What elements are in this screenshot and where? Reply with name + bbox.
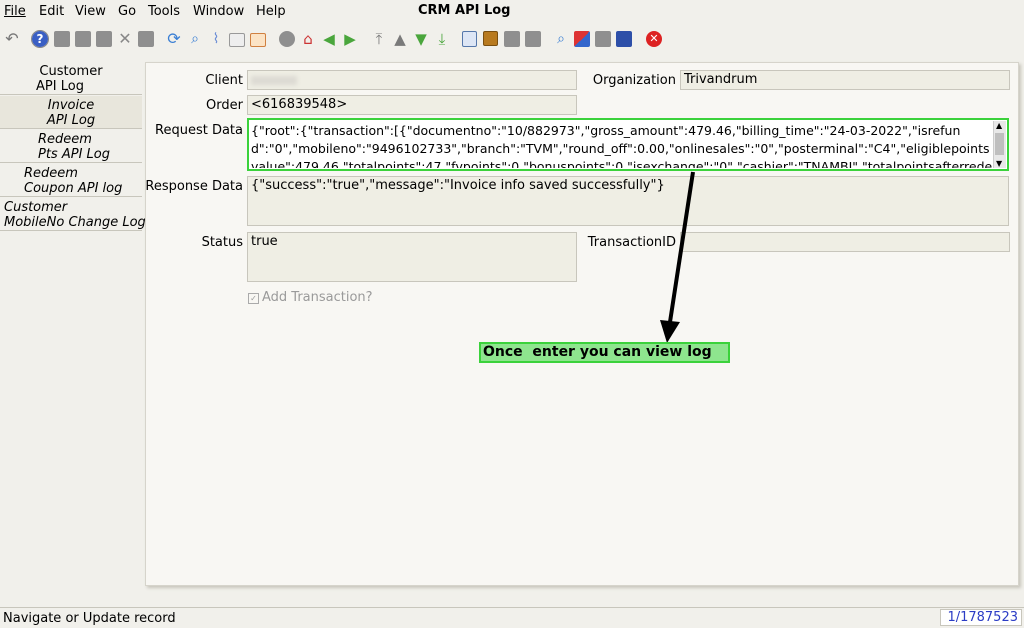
- menu-bar: File Edit View Go Tools Window Help CRM …: [0, 0, 1024, 24]
- request-data-text: {"root":{"transaction":[{"documentno":"1…: [251, 123, 993, 168]
- sidebar-item-label: Customer: [4, 200, 68, 215]
- archive-icon[interactable]: [483, 31, 498, 46]
- menu-help[interactable]: Help: [256, 4, 286, 19]
- organization-label: Organization: [592, 73, 676, 88]
- record-counter: 1/1787523: [940, 609, 1022, 626]
- request-data-label: Request Data: [155, 123, 243, 138]
- scroll-down-icon[interactable]: ▼: [996, 159, 1002, 168]
- transaction-id-field[interactable]: [680, 232, 1010, 252]
- request-icon[interactable]: [595, 31, 611, 47]
- history-icon[interactable]: [279, 31, 295, 47]
- blurred-client-name: [251, 76, 297, 85]
- request-data-scrollbar[interactable]: ▲ ▼: [993, 121, 1006, 168]
- client-label: Client: [205, 73, 243, 88]
- sidebar-item-label: API Log: [46, 113, 96, 128]
- find-icon[interactable]: ⌕: [187, 31, 203, 47]
- add-transaction-checkbox[interactable]: ✓ Add Transaction?: [248, 290, 373, 305]
- status-bar: Navigate or Update record 1/1787523: [0, 607, 1024, 628]
- scroll-up-icon[interactable]: ▲: [996, 121, 1002, 130]
- order-field[interactable]: <616839548>: [247, 95, 577, 115]
- undo-icon[interactable]: ↶: [4, 31, 20, 47]
- refresh-icon[interactable]: ⟳: [166, 31, 182, 47]
- scroll-thumb[interactable]: [995, 133, 1004, 155]
- order-label: Order: [206, 98, 243, 113]
- status-field[interactable]: true: [247, 232, 577, 282]
- previous-record-icon[interactable]: ▲: [392, 31, 408, 47]
- add-transaction-label: Add Transaction?: [262, 290, 373, 305]
- next-record-icon[interactable]: ▼: [413, 31, 429, 47]
- menu-tools[interactable]: Tools: [148, 4, 180, 19]
- sidebar-item-customer-mobileno-change-log[interactable]: Customer MobileNo Change Log: [0, 198, 146, 231]
- request-data-field[interactable]: {"root":{"transaction":[{"documentno":"1…: [247, 118, 1009, 171]
- end-icon[interactable]: ✕: [646, 31, 662, 47]
- sidebar-item-label: API Log: [36, 79, 84, 94]
- sidebar-item-label: Pts API Log: [38, 147, 110, 162]
- client-field[interactable]: [247, 70, 577, 90]
- back-icon[interactable]: ◀: [321, 31, 337, 47]
- menu-go[interactable]: Go: [118, 4, 136, 19]
- copy-record-icon[interactable]: [75, 31, 91, 47]
- save-icon[interactable]: [138, 31, 154, 47]
- window-title: CRM API Log: [418, 3, 511, 18]
- menu-window[interactable]: Window: [193, 4, 244, 19]
- menu-edit[interactable]: Edit: [39, 4, 64, 19]
- status-label: Status: [201, 235, 243, 250]
- sidebar-item-label: Redeem: [24, 166, 78, 181]
- help-icon[interactable]: ?: [31, 30, 49, 48]
- workflow-icon[interactable]: [574, 31, 590, 47]
- zoom-across-icon[interactable]: ⌕: [553, 31, 569, 47]
- product-info-icon[interactable]: [616, 31, 632, 47]
- sidebar-item-label: Coupon API log: [24, 181, 123, 196]
- menu-view[interactable]: View: [75, 4, 106, 19]
- sidebar-item-redeem-pts-api-log[interactable]: Redeem Pts API Log: [0, 130, 142, 163]
- last-record-icon[interactable]: ⤓: [434, 31, 450, 47]
- print-preview-icon[interactable]: [504, 31, 520, 47]
- sidebar-item-label: MobileNo Change Log: [4, 215, 146, 230]
- new-record-icon[interactable]: [54, 31, 70, 47]
- sidebar: Customer API Log Invoice API Log Redeem …: [0, 62, 146, 607]
- status-message: Navigate or Update record: [3, 611, 176, 626]
- checkbox-box[interactable]: ✓: [248, 293, 259, 304]
- sidebar-item-invoice-api-log[interactable]: Invoice API Log: [0, 96, 142, 129]
- sidebar-item-label: Redeem: [38, 132, 92, 147]
- delete-selection-icon[interactable]: ✕: [117, 31, 133, 47]
- first-record-icon[interactable]: ⤒: [371, 31, 387, 47]
- transaction-id-label: TransactionID: [587, 235, 676, 250]
- response-data-label: Response Data: [145, 179, 243, 194]
- home-icon[interactable]: ⌂: [300, 31, 316, 47]
- organization-field[interactable]: Trivandrum: [680, 70, 1010, 90]
- sidebar-item-redeem-coupon-api-log[interactable]: Redeem Coupon API log: [0, 164, 142, 197]
- report-icon[interactable]: [462, 31, 477, 47]
- sidebar-item-label: Customer: [39, 64, 103, 79]
- response-data-field[interactable]: {"success":"true","message":"Invoice inf…: [247, 176, 1009, 226]
- chat-icon[interactable]: [229, 33, 245, 47]
- forward-icon[interactable]: ▶: [342, 31, 358, 47]
- delete-icon[interactable]: [96, 31, 112, 47]
- sidebar-item-customer-api-log[interactable]: Customer API Log: [0, 62, 142, 95]
- print-icon[interactable]: [525, 31, 541, 47]
- sidebar-item-label: Invoice: [47, 98, 95, 113]
- annotation-callout: Once enter you can view log: [479, 342, 730, 363]
- toolbar: ↶ ? ✕ ⟳ ⌕ ⌇ ⌂ ◀ ▶ ⤒ ▲ ▼ ⤓ ⌕ ✕: [0, 27, 1024, 55]
- menu-file[interactable]: File: [4, 4, 26, 19]
- grid-toggle-icon[interactable]: [250, 33, 266, 47]
- attachment-icon[interactable]: ⌇: [208, 31, 224, 47]
